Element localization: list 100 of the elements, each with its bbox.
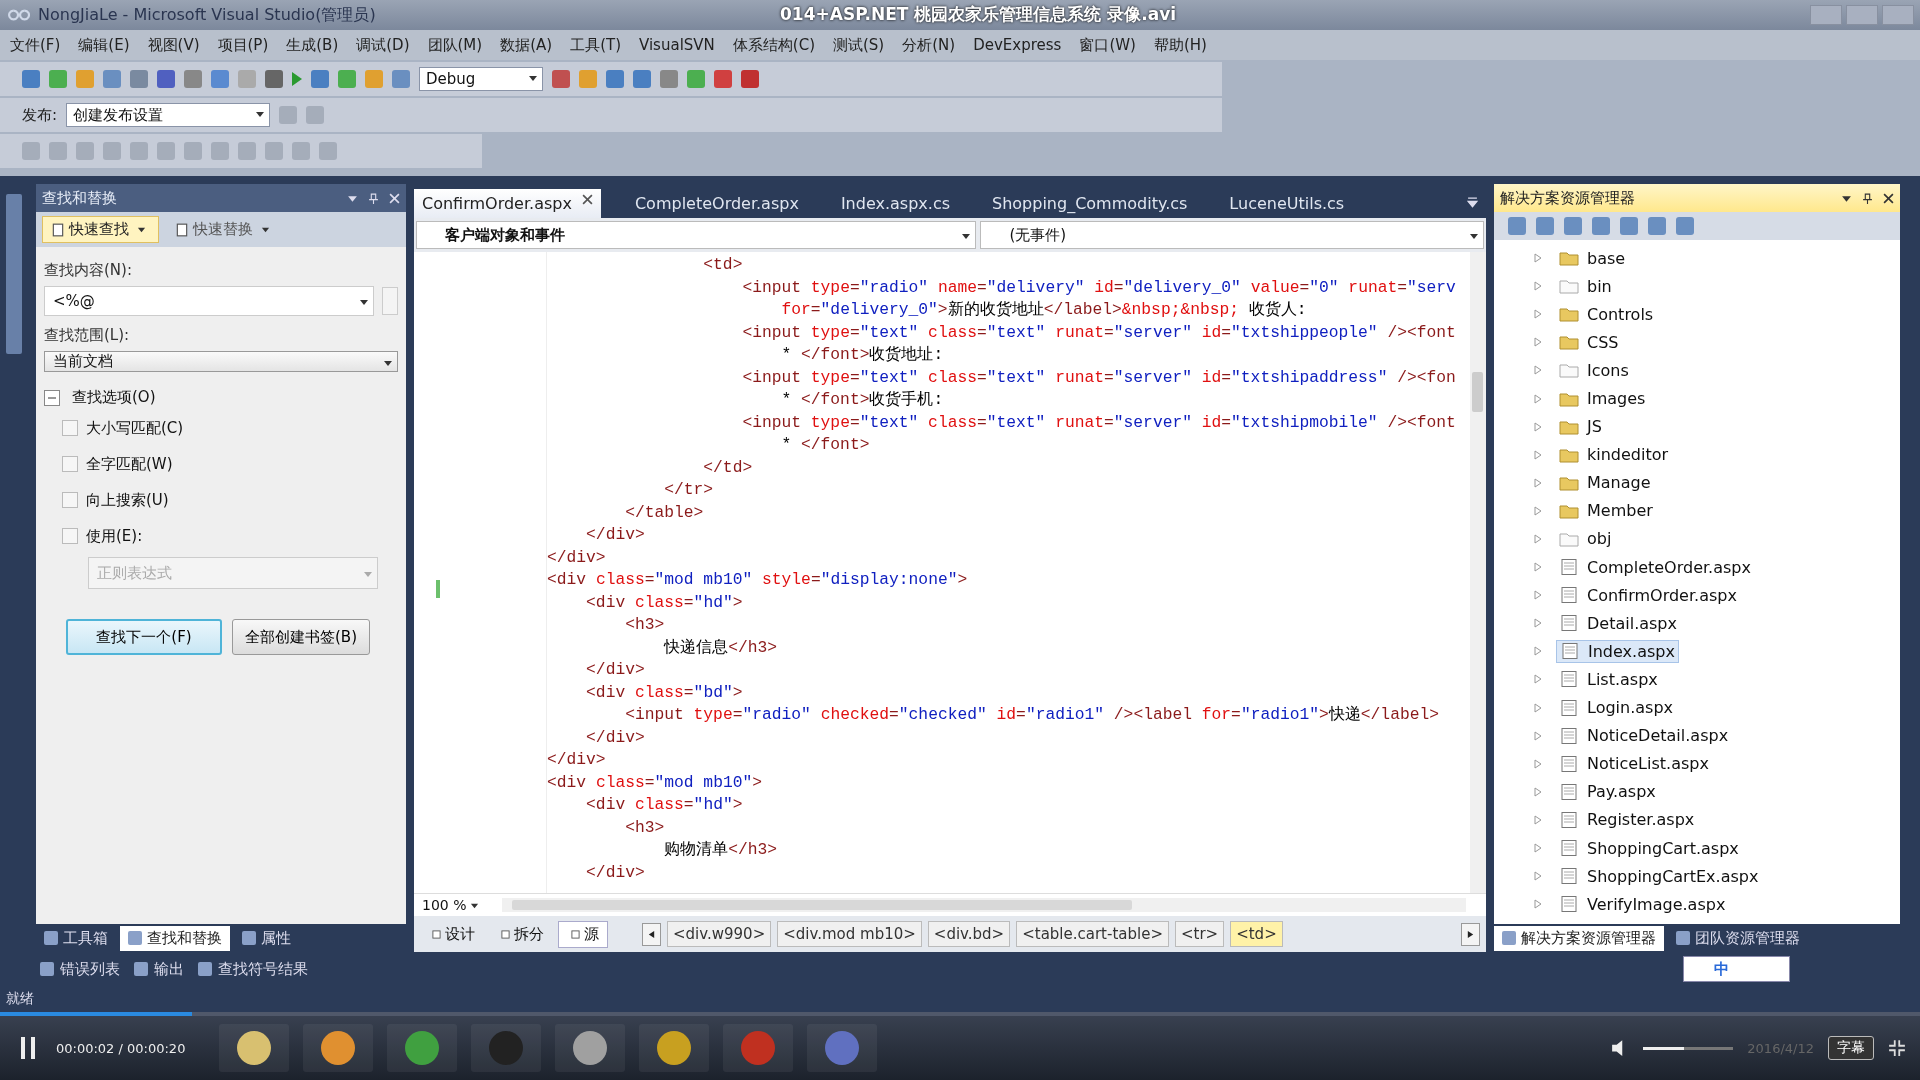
toolbar-icon[interactable]: [1564, 217, 1582, 235]
toolbar-icon[interactable]: [633, 70, 651, 88]
checkbox[interactable]: [62, 456, 78, 472]
toolbar-icon[interactable]: [49, 70, 67, 88]
toolbar-icon[interactable]: [741, 70, 759, 88]
subtitle-button[interactable]: 字幕: [1828, 1036, 1874, 1060]
toolbar-icon[interactable]: [1676, 217, 1694, 235]
toolbar-icon[interactable]: [292, 142, 310, 160]
menu-item[interactable]: 测试(S): [833, 35, 885, 55]
close-icon[interactable]: [581, 194, 593, 205]
taskbar-icon[interactable]: [387, 1024, 458, 1072]
tree-item[interactable]: bin: [1556, 275, 1615, 297]
menu-item[interactable]: 数据(A): [500, 35, 553, 55]
breadcrumb-tag[interactable]: <div.w990>: [667, 921, 772, 947]
mode-tab[interactable]: 快速查找: [42, 216, 159, 243]
toolbar-icon[interactable]: [49, 142, 67, 160]
maximize-button[interactable]: [1846, 5, 1878, 25]
tree-item[interactable]: NoticeList.aspx: [1556, 753, 1712, 775]
expand-icon[interactable]: [1534, 449, 1542, 460]
menu-item[interactable]: 分析(N): [902, 35, 956, 55]
document-tab[interactable]: Shopping_Commodity.cs: [984, 189, 1196, 218]
expression-builder-button[interactable]: [382, 287, 398, 315]
toolbar-icon[interactable]: [184, 70, 202, 88]
toolbar-icon[interactable]: [130, 142, 148, 160]
toolbar-icon[interactable]: [130, 70, 148, 88]
toolbar-icon[interactable]: [306, 106, 325, 124]
toolbar-icon[interactable]: [1592, 217, 1610, 235]
tree-item[interactable]: ConfirmOrder.aspx: [1556, 584, 1740, 606]
toolbar-icon[interactable]: [1508, 217, 1526, 235]
expand-icon[interactable]: [1534, 786, 1542, 797]
toolbar-icon[interactable]: [714, 70, 732, 88]
toolbar-icon[interactable]: [22, 142, 40, 160]
expand-icon[interactable]: [1534, 843, 1542, 853]
find-button[interactable]: 全部创建书签(B): [232, 619, 370, 655]
expand-icon[interactable]: [1534, 421, 1542, 432]
toolbar-icon[interactable]: [238, 70, 256, 88]
menu-item[interactable]: 帮助(H): [1153, 35, 1207, 55]
expand-icon[interactable]: [1534, 590, 1542, 601]
tree-item[interactable]: List.aspx: [1556, 668, 1661, 690]
tree-item[interactable]: NoticeDetail.aspx: [1556, 725, 1732, 747]
toolbar-icon[interactable]: [76, 70, 94, 88]
toolbar-icon[interactable]: [103, 70, 121, 88]
expand-icon[interactable]: [1534, 309, 1542, 320]
expand-icon[interactable]: [1534, 393, 1542, 404]
expand-icon[interactable]: [1534, 730, 1542, 741]
scope-dropdown[interactable]: 当前文档: [44, 351, 398, 372]
breadcrumb-tag[interactable]: <td>: [1230, 921, 1283, 947]
menu-item[interactable]: 调试(D): [356, 35, 410, 55]
menu-item[interactable]: 编辑(E): [78, 35, 130, 55]
minimize-button[interactable]: [1810, 5, 1842, 25]
expand-icon[interactable]: [1534, 814, 1542, 825]
menu-item[interactable]: 生成(B): [286, 35, 339, 55]
collapse-toggle[interactable]: [44, 389, 60, 406]
scrollbar-thumb[interactable]: [512, 900, 1132, 910]
configuration-dropdown[interactable]: Debug: [419, 67, 543, 91]
toolbar-icon[interactable]: [211, 70, 229, 88]
expand-icon[interactable]: [1534, 646, 1542, 657]
tree-item[interactable]: ShoppingCartEx.aspx: [1556, 865, 1762, 887]
toolbar-icon[interactable]: [184, 142, 202, 160]
toolbar-icon[interactable]: [279, 106, 298, 124]
document-tab[interactable]: LuceneUtils.cs: [1221, 189, 1353, 218]
scrollbar-thumb[interactable]: [1472, 372, 1483, 412]
scroll-left-button[interactable]: [642, 922, 661, 946]
toolbar-icon[interactable]: [211, 142, 229, 160]
panel-tab[interactable]: 团队资源管理器: [1668, 925, 1808, 951]
expand-icon[interactable]: [1534, 534, 1542, 544]
expand-icon[interactable]: [1534, 253, 1542, 264]
output-tab[interactable]: 错误列表: [40, 959, 120, 979]
tree-item[interactable]: base: [1556, 247, 1629, 269]
breadcrumb-tag[interactable]: <tr>: [1175, 921, 1225, 947]
menu-item[interactable]: 文件(F): [10, 35, 61, 55]
tree-item[interactable]: Controls: [1556, 303, 1657, 325]
taskbar-icon[interactable]: [303, 1024, 374, 1072]
output-tab[interactable]: 输出: [134, 959, 184, 979]
object-dropdown[interactable]: 客户端对象和事件: [416, 221, 977, 249]
publish-dropdown[interactable]: 创建发布设置: [66, 103, 271, 127]
taskbar-icon[interactable]: [555, 1024, 626, 1072]
tree-item[interactable]: CompleteOrder.aspx: [1556, 556, 1754, 578]
tree-item[interactable]: Detail.aspx: [1556, 612, 1680, 634]
tree-item[interactable]: VerifyImage.aspx: [1556, 893, 1729, 915]
toolbar-icon[interactable]: [238, 142, 256, 160]
menu-item[interactable]: VisualSVN: [639, 36, 715, 54]
expand-icon[interactable]: [1534, 899, 1542, 910]
expand-icon[interactable]: [1534, 562, 1542, 573]
menu-item[interactable]: 项目(P): [217, 35, 269, 55]
toolbar-icon[interactable]: [1648, 217, 1666, 235]
view-tab[interactable]: 拆分: [489, 921, 552, 947]
tab-list-icon[interactable]: [1467, 197, 1478, 208]
tree-item[interactable]: Login.aspx: [1556, 697, 1676, 719]
exit-fullscreen-icon[interactable]: [1888, 1039, 1906, 1057]
document-tab[interactable]: Index.aspx.cs: [832, 189, 958, 218]
menu-item[interactable]: 团队(M): [427, 35, 483, 55]
output-tab[interactable]: 查找符号结果: [198, 959, 308, 979]
tree-item[interactable]: obj: [1556, 528, 1615, 550]
toolbar-icon[interactable]: [265, 70, 283, 88]
expand-icon[interactable]: [1534, 871, 1542, 882]
tree-item[interactable]: Pay.aspx: [1556, 781, 1659, 803]
tree-item[interactable]: CSS: [1556, 331, 1622, 353]
panel-tab[interactable]: 查找和替换: [120, 925, 230, 951]
expand-icon[interactable]: [1534, 702, 1542, 713]
